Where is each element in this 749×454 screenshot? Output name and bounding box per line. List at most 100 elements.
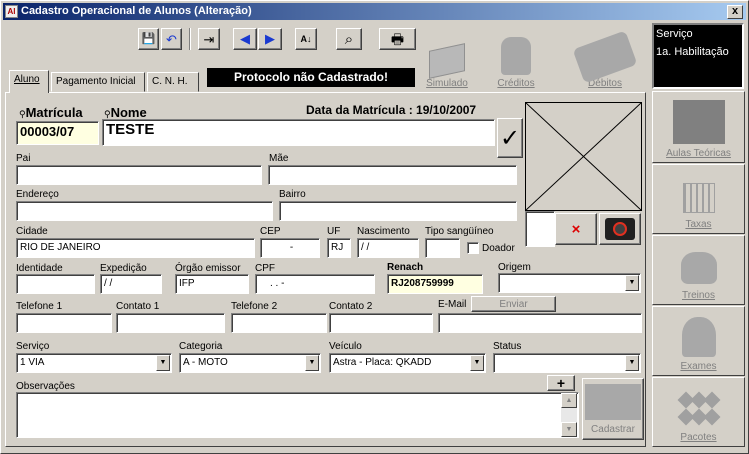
categoria-select[interactable]: A - MOTO ▼ [179,353,321,373]
mae-field[interactable] [268,165,517,185]
orgao-field[interactable]: IFP [175,274,249,294]
tab-pagamento-inicial[interactable]: Pagamento Inicial [51,72,145,92]
next-record-button[interactable]: ▶ [258,28,282,50]
tab-aluno[interactable]: Aluno [9,70,49,93]
cep-label: CEP [260,226,281,237]
nome-field[interactable]: TESTE [102,119,495,146]
scroll-down-icon[interactable]: ▼ [561,422,577,437]
observacoes-field[interactable] [16,392,579,438]
aulas-teoricas-button[interactable]: Aulas Teóricas [652,91,745,163]
taxas-label: Taxas [685,219,712,230]
aulas-label: Aulas Teóricas [666,148,731,159]
cadastrar-button[interactable]: Cadastrar [582,378,644,440]
servico-select[interactable]: 1 VIA ▼ [16,353,172,373]
search-icon: ⌕ [344,30,354,48]
chevron-down-icon[interactable]: ▼ [470,355,484,371]
nome-label: ⚲Nome [104,105,147,120]
creditos-button[interactable]: Créditos [480,23,552,89]
renach-field[interactable]: RJ208759999 [387,274,483,294]
cadastrar-label: Cadastrar [591,424,635,435]
key-icon: ⚲ [19,109,26,119]
debitos-button[interactable]: Débitos [561,23,649,89]
window-title: Cadastro Operacional de Alunos (Alteraçã… [21,5,252,17]
exit-icon: ⇥ [203,31,215,47]
scroll-up-icon[interactable]: ▲ [561,393,577,408]
mae-label: Mãe [269,153,289,164]
veiculo-select[interactable]: Astra - Placa: QKADD ▼ [329,353,486,373]
matricula-field[interactable]: 00003/07 [16,121,99,145]
cidade-field[interactable]: RIO DE JANEIRO [16,238,255,258]
doador-checkbox[interactable] [467,242,479,254]
tipo-sanguineo-label: Tipo sangüíneo [425,226,494,237]
exames-icon [681,317,716,357]
print-button[interactable]: 🖶 [379,28,416,50]
bairro-field[interactable] [279,201,517,221]
taxas-button[interactable]: Taxas [652,164,745,234]
exames-button[interactable]: Exames [652,306,745,376]
matricula-label: ⚲Matrícula [19,105,83,120]
endereco-field[interactable] [16,201,273,221]
cidade-label: Cidade [16,226,48,237]
contato1-field[interactable] [116,313,225,333]
orgao-label: Órgão emissor [175,263,241,274]
close-button[interactable]: x [727,5,743,19]
servico-value: 1 VIA [20,357,45,368]
telefone2-field[interactable] [231,313,327,333]
enviar-button[interactable]: Enviar [471,296,556,312]
cep-field[interactable]: - [260,238,320,258]
toolbar-separator [189,28,191,50]
protocol-status: Protocolo não Cadastrado! [207,68,415,87]
treinos-button[interactable]: Treinos [652,235,745,305]
exit-button[interactable]: ⇥ [198,28,220,50]
chevron-down-icon[interactable]: ▼ [305,355,319,371]
exames-label: Exames [680,361,717,372]
observacoes-label: Observações [16,381,75,392]
tipo-sanguineo-field[interactable] [425,238,460,258]
uf-field[interactable]: RJ [327,238,351,258]
sort-button[interactable]: A↓ [295,28,317,50]
telefone1-label: Telefone 1 [16,301,63,312]
pacotes-button[interactable]: Pacotes [652,377,745,447]
previous-record-button[interactable]: ◀ [233,28,257,50]
creditos-label: Créditos [497,78,535,89]
nascimento-field[interactable]: / / [357,238,419,258]
status-select[interactable]: ▼ [493,353,641,373]
cpf-field[interactable]: . . - [255,274,375,294]
tab-cnh[interactable]: C. N. H. [147,72,199,92]
observacoes-scrollbar[interactable]: ▲ ▼ [561,393,577,437]
expedicao-field[interactable]: / / [100,274,162,294]
servico-info-title: Serviço [656,28,693,40]
identidade-field[interactable] [16,274,95,294]
cadastrar-icon [585,384,641,420]
bairro-label: Bairro [279,189,306,200]
origem-select[interactable]: ▼ [498,273,641,293]
add-observation-button[interactable]: + [547,375,575,391]
simulado-label: Simulado [426,78,468,89]
app-icon: Al [5,5,18,18]
pacotes-icon [677,391,721,428]
contato2-field[interactable] [329,313,433,333]
camera-button[interactable] [599,213,641,245]
main-window: Al Cadastro Operacional de Alunos (Alter… [0,0,749,454]
simulado-button[interactable]: Simulado [422,23,472,89]
telefone1-field[interactable] [16,313,112,333]
chevron-down-icon[interactable]: ▼ [625,275,639,291]
search-button[interactable]: ⌕ [336,28,362,50]
chevron-down-icon[interactable]: ▼ [625,355,639,371]
identidade-label: Identidade [16,263,63,274]
chevron-down-icon[interactable]: ▼ [156,355,170,371]
endereco-label: Endereço [16,189,59,200]
confirm-check-button[interactable]: ✓ [497,118,523,158]
next-icon: ▶ [265,31,275,46]
categoria-label: Categoria [179,341,223,352]
photo-frame-bottom [525,211,555,247]
save-button[interactable]: 💾 [138,28,159,50]
cpf-label: CPF [255,263,275,274]
key-icon: ⚲ [104,109,111,119]
check-icon: ✓ [499,124,521,152]
expedicao-label: Expedição [100,263,147,274]
pai-field[interactable] [16,165,262,185]
undo-button[interactable]: ↶ [161,28,182,50]
email-field[interactable] [438,313,642,333]
delete-photo-button[interactable]: × [555,213,597,245]
